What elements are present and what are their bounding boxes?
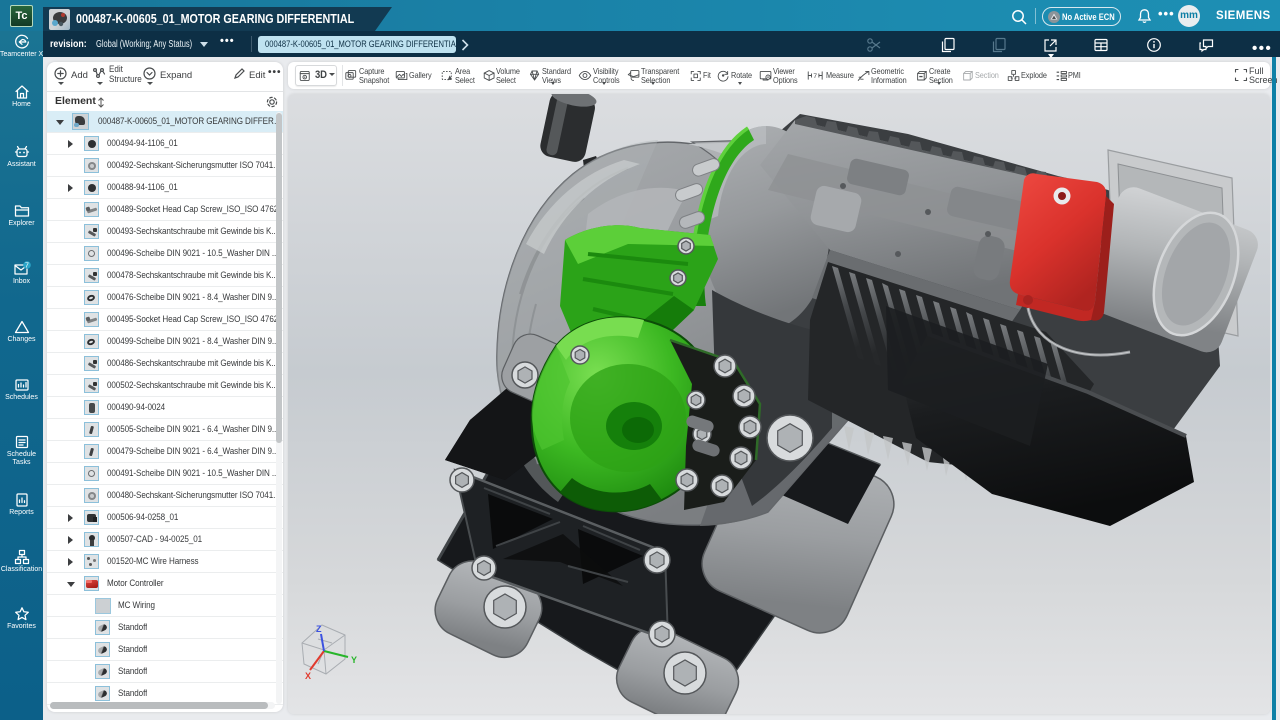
svg-text:X: X [305, 671, 311, 681]
svg-text:7: 7 [813, 73, 817, 80]
svg-text:Y: Y [351, 655, 357, 665]
svg-text:7: 7 [25, 263, 29, 270]
svg-text:Z: Z [316, 624, 322, 634]
